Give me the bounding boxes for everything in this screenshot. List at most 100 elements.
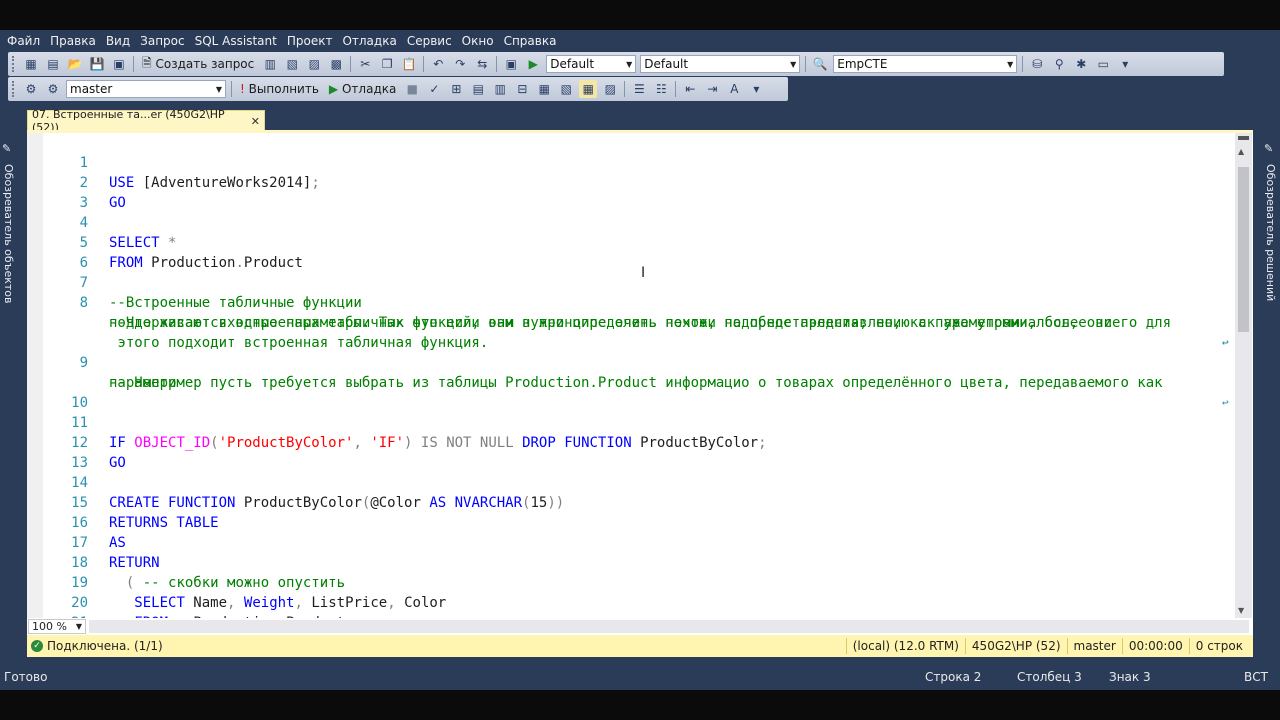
horizontal-scrollbar[interactable]: [89, 620, 1249, 633]
open-file-icon[interactable]: 📂: [66, 55, 84, 73]
pin-icon[interactable]: ✎: [2, 142, 16, 156]
toolbox-icon[interactable]: ▭: [1094, 55, 1112, 73]
toolbar-separator: [805, 56, 807, 72]
menu-window[interactable]: Окно: [458, 30, 498, 52]
specify-values-icon[interactable]: A: [725, 80, 743, 98]
toolbar-grip[interactable]: [12, 56, 16, 72]
execute-button[interactable]: ! Выполнить: [237, 80, 322, 98]
comment-icon[interactable]: ☰: [630, 80, 648, 98]
find-icon[interactable]: 🔍: [811, 55, 829, 73]
object-explorer-label: Обозреватель объектов: [2, 164, 15, 304]
parse-icon[interactable]: ✓: [425, 80, 443, 98]
debug-button[interactable]: ▶ Отладка: [326, 80, 399, 98]
solution-config-select[interactable]: Default ▼: [546, 55, 637, 73]
menu-help[interactable]: Справка: [500, 30, 561, 52]
code-text: AS: [109, 535, 126, 551]
chevron-down-icon: ▼: [75, 622, 82, 631]
connect-icon[interactable]: ⚙: [22, 80, 40, 98]
analysis-query-icon[interactable]: ▧: [283, 55, 301, 73]
word-wrap-icon: ↩: [1222, 336, 1229, 349]
menu-debug[interactable]: Отладка: [338, 30, 400, 52]
vertical-scrollbar[interactable]: ▲ ▼: [1235, 133, 1252, 618]
toolbar-grip[interactable]: [12, 81, 16, 97]
undo-icon[interactable]: ↶: [429, 55, 447, 73]
registered-servers-icon[interactable]: ⛁: [1028, 55, 1046, 73]
find-combo[interactable]: EmpCTE ▼: [833, 55, 1018, 73]
redo-icon[interactable]: ↷: [451, 55, 469, 73]
chevron-down-icon: ▼: [1007, 59, 1014, 69]
query-status-bar: ✓ Подключена. (1/1) (local) (12.0 RTM) 4…: [27, 635, 1253, 657]
start-icon[interactable]: ▶: [524, 55, 542, 73]
object-explorer-icon[interactable]: ⚲: [1050, 55, 1068, 73]
solution-config-value: Default: [550, 57, 595, 71]
code-line: 11 IF OBJECT_ID('ProductByColor', 'IF') …: [27, 393, 766, 451]
display-plan-icon[interactable]: ⊞: [447, 80, 465, 98]
word-wrap-icon: ↩: [1222, 396, 1229, 409]
uncomment-icon[interactable]: ☷: [652, 80, 670, 98]
menu-view[interactable]: Вид: [102, 30, 134, 52]
client-stats-icon[interactable]: ▦: [535, 80, 553, 98]
xmla-query-icon[interactable]: ▩: [327, 55, 345, 73]
properties-icon[interactable]: ✱: [1072, 55, 1090, 73]
platform-config-select[interactable]: Default ▼: [640, 55, 801, 73]
solution-explorer-panel-tab[interactable]: ✎ Обозреватель решений: [1262, 130, 1280, 630]
sql-editor[interactable]: 1 USE [AdventureWorks2014]; 2 GO 3 4 SEL…: [27, 133, 1253, 618]
save-all-icon[interactable]: ▣: [110, 55, 128, 73]
results-grid-icon[interactable]: ▦: [579, 80, 598, 98]
mdx-query-icon[interactable]: ▨: [305, 55, 323, 73]
toolbar-separator: [675, 81, 677, 97]
server-info: (local) (12.0 RTM): [845, 638, 965, 654]
cut-icon[interactable]: ✂: [356, 55, 374, 73]
new-query-label: Создать запрос: [155, 57, 255, 71]
new-project-icon[interactable]: ▦: [22, 55, 40, 73]
gutter-divider: [103, 133, 104, 618]
intellisense-icon[interactable]: ▥: [491, 80, 509, 98]
find-combo-value: EmpCTE: [837, 57, 888, 71]
menu-query[interactable]: Запрос: [136, 30, 188, 52]
standard-toolbar: ▦ ▤ 📂 💾 ▣ 🗎 Создать запрос ▥ ▧ ▨ ▩ ✂ ❐ 📋…: [8, 52, 1224, 76]
zoom-value: 100 %: [32, 620, 67, 633]
bottom-letterbox: [0, 690, 1280, 720]
toolbar-options-icon[interactable]: ▾: [747, 80, 765, 98]
toolbar-options-icon[interactable]: ▾: [1116, 55, 1134, 73]
object-explorer-panel-tab[interactable]: ✎ Обозреватель объектов: [0, 130, 18, 630]
menu-project[interactable]: Проект: [283, 30, 337, 52]
results-text-icon[interactable]: ▧: [557, 80, 575, 98]
decrease-indent-icon[interactable]: ⇤: [681, 80, 699, 98]
menu-sql-assistant[interactable]: SQL Assistant: [191, 30, 281, 52]
code-text: SELECT *: [109, 235, 177, 251]
paste-icon[interactable]: 📋: [400, 55, 418, 73]
add-item-icon[interactable]: ▤: [44, 55, 62, 73]
status-bar: Готово Строка 2 Столбец 3 Знак 3 ВСТ: [0, 664, 1280, 690]
scroll-down-icon[interactable]: ▼: [1238, 606, 1244, 615]
menu-edit[interactable]: Правка: [46, 30, 100, 52]
scroll-up-icon[interactable]: ▲: [1238, 147, 1244, 156]
screenshot-icon[interactable]: ▣: [502, 55, 520, 73]
increase-indent-icon[interactable]: ⇥: [703, 80, 721, 98]
navigate-icon[interactable]: ⇆: [473, 55, 491, 73]
execute-label: Выполнить: [248, 82, 319, 96]
query-designer-icon[interactable]: ▤: [469, 80, 487, 98]
change-connection-icon[interactable]: ⚙: [44, 80, 62, 98]
pin-icon[interactable]: ✎: [1264, 142, 1278, 156]
save-icon[interactable]: 💾: [88, 55, 106, 73]
menu-tools[interactable]: Сервис: [403, 30, 456, 52]
zoom-select[interactable]: 100 % ▼: [28, 619, 86, 634]
scroll-thumb[interactable]: [1238, 167, 1249, 332]
include-plan-icon[interactable]: ⊟: [513, 80, 531, 98]
copy-icon[interactable]: ❐: [378, 55, 396, 73]
code-line-wrapped: параметр: [27, 353, 176, 391]
chevron-down-icon: ▼: [790, 59, 797, 69]
tab-query-document[interactable]: 07. Встроенные та...er (450G2\HP (52)) ✕: [27, 108, 265, 134]
db-engine-query-icon[interactable]: ▥: [261, 55, 279, 73]
split-handle-icon[interactable]: [1238, 136, 1249, 140]
close-icon[interactable]: ✕: [251, 115, 260, 128]
database-select[interactable]: master ▼: [66, 80, 226, 98]
menu-file[interactable]: Файл: [3, 30, 44, 52]
status-ready: Готово: [4, 670, 48, 684]
new-query-button[interactable]: 🗎 Создать запрос: [139, 55, 257, 73]
cancel-query-icon[interactable]: ■: [403, 80, 421, 98]
code-line: 15 RETURNS TABLE: [27, 473, 218, 531]
results-file-icon[interactable]: ▨: [601, 80, 619, 98]
code-text: GO: [109, 195, 126, 211]
